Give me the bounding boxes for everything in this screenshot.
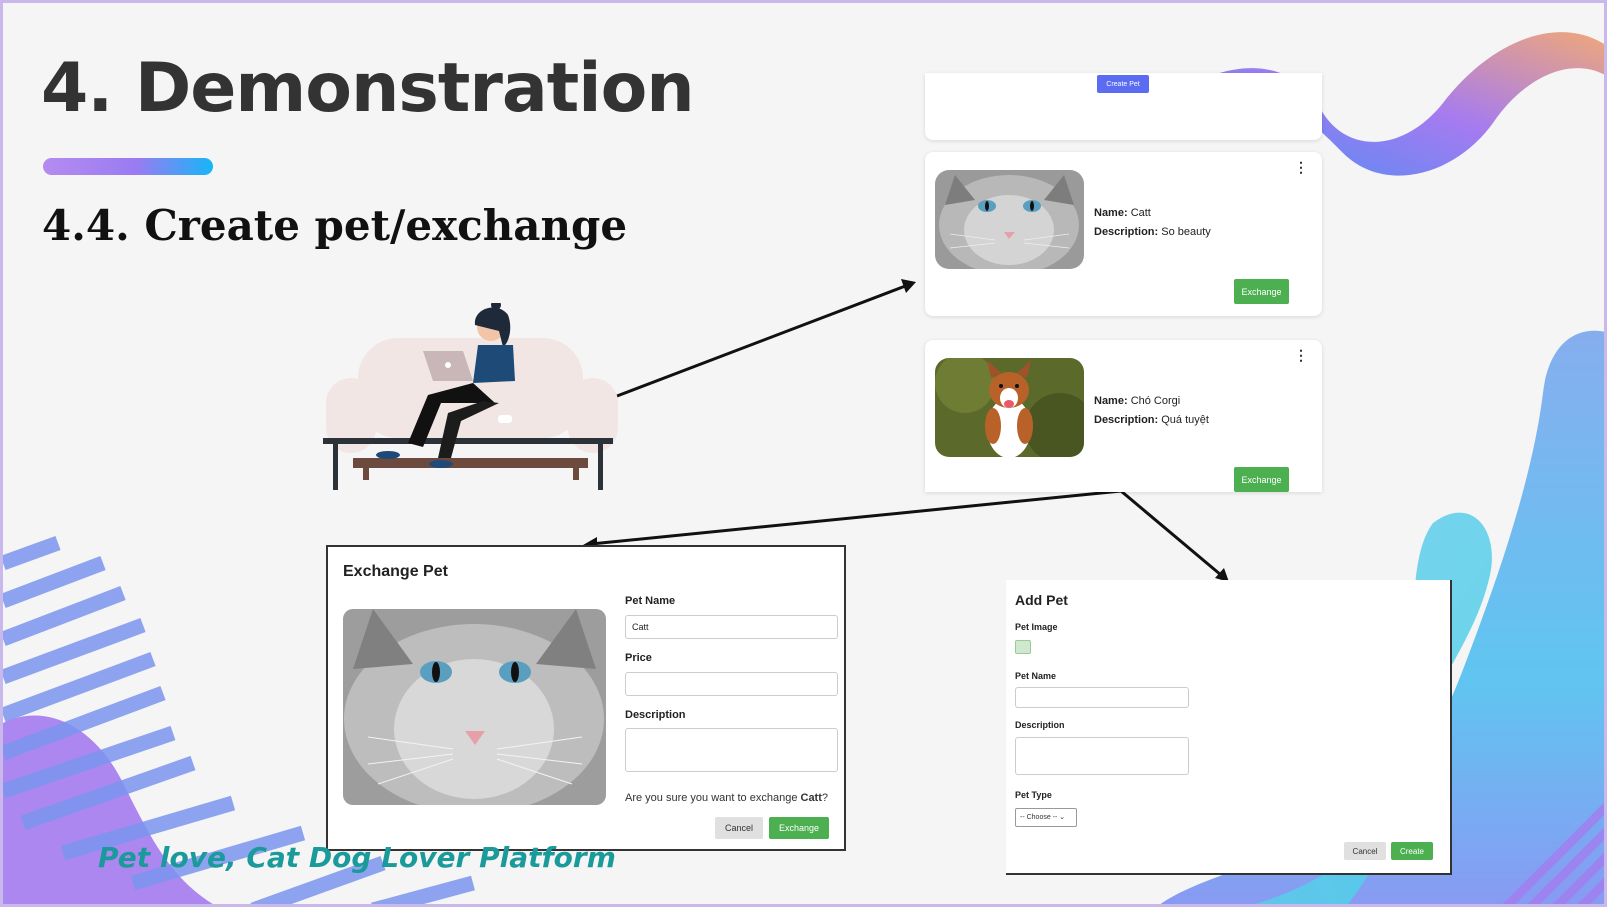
kebab-menu-icon[interactable]: ⋮ [1294, 348, 1308, 362]
exchange-button[interactable]: Exchange [1234, 467, 1289, 492]
pet-name-label: Pet Name [1015, 671, 1057, 681]
description-label: Description [1015, 720, 1065, 730]
pet-info: Name: Catt Description: So beauty [1094, 204, 1211, 242]
pet-info: Name: Chó Corgi Description: Quá tuyệt [1094, 392, 1209, 430]
name-label: Name: [1094, 207, 1128, 219]
pet-name-label: Pet Name [625, 595, 676, 607]
gray-cat-photo [343, 609, 606, 805]
modal-title: Add Pet [1015, 592, 1068, 608]
chevron-down-icon: ⌄ [1059, 814, 1066, 821]
description-label: Description: [1094, 226, 1159, 238]
pet-card: ⋮ Name: Catt Description: So beauty Exch… [925, 152, 1322, 316]
description-label: Description [625, 709, 686, 721]
description-input[interactable] [625, 728, 838, 772]
pet-description: So beauty [1161, 226, 1211, 238]
create-button[interactable]: Create [1391, 842, 1433, 860]
confirm-pet-name: Catt [800, 792, 822, 804]
title-underline [43, 158, 213, 175]
gray-cat-photo [935, 170, 1084, 269]
modal-title: Exchange Pet [343, 563, 448, 580]
pet-name-input[interactable]: Catt [625, 615, 838, 639]
create-pet-card: Create Pet [925, 73, 1322, 140]
price-input[interactable] [625, 672, 838, 696]
exchange-confirm-text: Are you sure you want to exchange Catt? [625, 792, 829, 804]
pet-image-label: Pet Image [1015, 622, 1058, 632]
footer-tagline: Pet love, Cat Dog Lover Platform [98, 841, 616, 874]
cancel-button[interactable]: Cancel [1344, 842, 1386, 860]
section-subtitle: 4.4. Create pet/exchange [42, 201, 628, 250]
slide: 4. Demonstration 4.4. Create pet/exchang… [0, 0, 1607, 907]
image-placeholder-icon[interactable] [1015, 640, 1031, 654]
pet-type-select[interactable]: -- Choose -- ⌄ [1015, 808, 1077, 827]
exchange-button[interactable]: Exchange [769, 817, 829, 839]
pet-description: Quá tuyệt [1161, 414, 1209, 426]
exchange-button[interactable]: Exchange [1234, 279, 1289, 304]
corgi-dog-photo [935, 358, 1084, 457]
exchange-pet-modal: Exchange Pet Pet Name Catt Price Descrip… [326, 545, 846, 851]
cancel-button[interactable]: Cancel [715, 817, 763, 839]
name-label: Name: [1094, 395, 1128, 407]
description-input[interactable] [1015, 737, 1189, 775]
pet-type-label: Pet Type [1015, 790, 1052, 800]
pet-name: Catt [1130, 207, 1151, 219]
pet-name-input[interactable] [1015, 687, 1189, 708]
add-pet-modal: Add Pet Pet Image Pet Name Description P… [1006, 580, 1452, 875]
create-pet-button[interactable]: Create Pet [1097, 75, 1149, 93]
kebab-menu-icon[interactable]: ⋮ [1294, 160, 1308, 174]
woman-laptop-illustration [323, 303, 618, 490]
description-label: Description: [1094, 414, 1159, 426]
page-title: 4. Demonstration [41, 49, 695, 128]
pet-name: Chó Corgi [1130, 395, 1181, 407]
price-label: Price [625, 652, 652, 664]
pet-card: ⋮ Name: Chó Corgi Description: Quá tuyệt… [925, 340, 1322, 492]
